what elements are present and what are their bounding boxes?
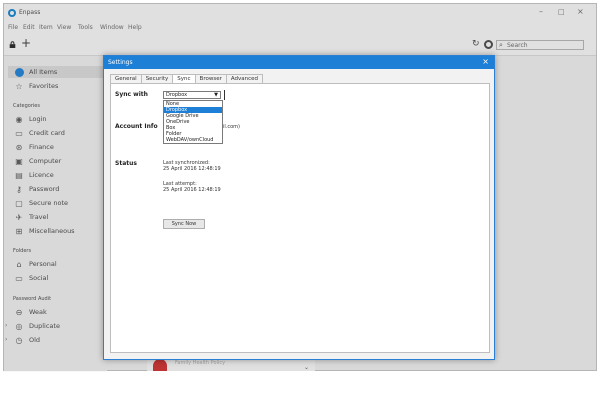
sync-now-button[interactable]: Sync Now: [163, 219, 205, 229]
status-label: Status: [115, 160, 137, 167]
sync-tab-panel: Sync with Dropbox ▼ None Dropbox Google …: [110, 83, 490, 353]
text-cursor: [224, 90, 225, 100]
dialog-title-bar: Settings ×: [104, 56, 494, 69]
account-info-value: il.com): [223, 124, 240, 130]
sync-with-value: Dropbox: [166, 92, 188, 98]
settings-dialog: Settings × General Security Sync Browser…: [103, 55, 495, 360]
last-attempt-value: 25 April 2016 12:48:19: [163, 187, 221, 193]
dialog-close-icon[interactable]: ×: [482, 57, 489, 66]
account-info-label: Account Info: [115, 123, 158, 130]
sync-options-dropdown: None Dropbox Google Drive OneDrive Box F…: [163, 100, 223, 144]
sync-option-webdav[interactable]: WebDAV/ownCloud: [164, 137, 222, 143]
dropdown-caret-icon: ▼: [214, 92, 218, 98]
sync-with-select[interactable]: Dropbox ▼: [163, 91, 221, 99]
last-synchronized-value: 25 April 2016 12:48:19: [163, 166, 221, 172]
dialog-title: Settings: [108, 59, 133, 66]
sync-with-label: Sync with: [115, 91, 148, 98]
